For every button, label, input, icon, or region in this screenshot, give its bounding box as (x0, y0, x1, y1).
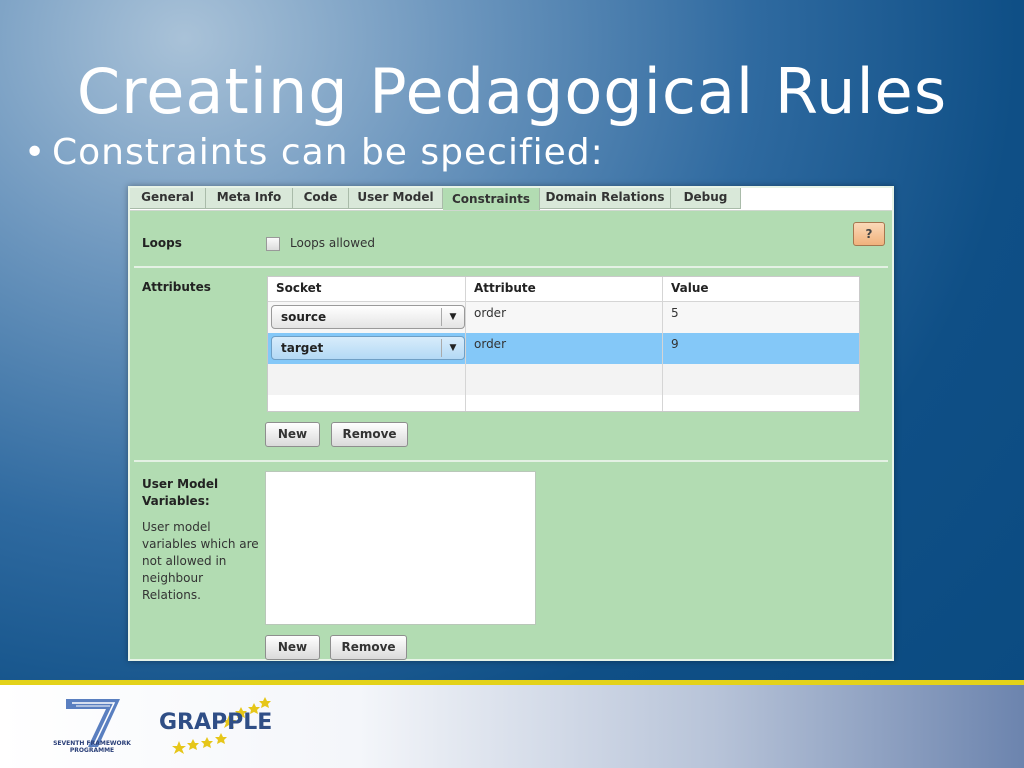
attribute-cell[interactable]: order (466, 302, 663, 333)
attribute-cell[interactable]: order (466, 333, 663, 364)
bullet-marker: • (24, 132, 47, 173)
help-button[interactable]: ? (853, 222, 885, 246)
user-model-variables-label: User Model Variables: (142, 477, 219, 508)
tab-general[interactable]: General (130, 188, 206, 209)
loops-allowed-checkbox[interactable] (266, 237, 280, 251)
user-model-remove-button[interactable]: Remove (330, 635, 407, 660)
grapple-logo-text: GRAPPLE (159, 710, 273, 735)
chevron-down-icon: ▼ (441, 308, 464, 326)
tab-bar: General Meta Info Code User Model Constr… (130, 188, 892, 211)
socket-cell: target ▼ (268, 333, 466, 364)
attributes-label: Attributes (142, 280, 211, 294)
value-cell[interactable]: 9 (663, 333, 859, 364)
section-divider (134, 266, 888, 268)
fp7-caption: SEVENTH FRAMEWORK PROGRAMME (53, 740, 131, 754)
tab-constraints[interactable]: Constraints (443, 188, 540, 210)
empty-cell (268, 364, 466, 395)
socket-dropdown-value: target (281, 341, 324, 355)
column-header-value[interactable]: Value (663, 277, 859, 302)
table-row-empty (268, 364, 859, 395)
socket-dropdown[interactable]: source ▼ (271, 305, 465, 329)
socket-cell: source ▼ (268, 302, 466, 333)
empty-cell (466, 395, 663, 411)
attributes-remove-button[interactable]: Remove (331, 422, 408, 447)
table-row-empty (268, 395, 859, 411)
empty-cell (268, 395, 466, 411)
value-cell[interactable]: 5 (663, 302, 859, 333)
socket-dropdown[interactable]: target ▼ (271, 336, 465, 360)
socket-dropdown-value: source (281, 310, 327, 324)
column-header-socket[interactable]: Socket (268, 277, 466, 302)
attributes-new-button[interactable]: New (265, 422, 320, 447)
user-model-variables-list[interactable] (265, 471, 536, 625)
tab-code[interactable]: Code (293, 188, 349, 209)
tab-debug[interactable]: Debug (671, 188, 741, 209)
loops-allowed-label: Loops allowed (290, 236, 376, 250)
slide-title: Creating Pedagogical Rules (76, 55, 948, 128)
footer: SEVENTH FRAMEWORK PROGRAMME GRAPPLE (0, 685, 1024, 768)
loops-label: Loops (142, 236, 182, 250)
empty-cell (466, 364, 663, 395)
table-row-selected[interactable]: target ▼ order 9 (268, 333, 859, 364)
table-row[interactable]: source ▼ order 5 (268, 302, 859, 333)
tab-user-model[interactable]: User Model (349, 188, 443, 209)
chevron-down-icon: ▼ (441, 339, 464, 357)
tab-meta-info[interactable]: Meta Info (206, 188, 293, 209)
constraints-panel: General Meta Info Code User Model Constr… (128, 186, 894, 661)
tab-domain-relations[interactable]: Domain Relations (540, 188, 671, 209)
section-divider (134, 460, 888, 462)
slide-bullet: • Constraints can be specified: (24, 132, 604, 173)
user-model-description: User model variables which are not allow… (142, 520, 259, 602)
column-header-attribute[interactable]: Attribute (466, 277, 663, 302)
attributes-table: Socket Attribute Value source ▼ order 5 … (267, 276, 860, 412)
user-model-new-button[interactable]: New (265, 635, 320, 660)
bullet-text: Constraints can be specified: (52, 132, 604, 173)
